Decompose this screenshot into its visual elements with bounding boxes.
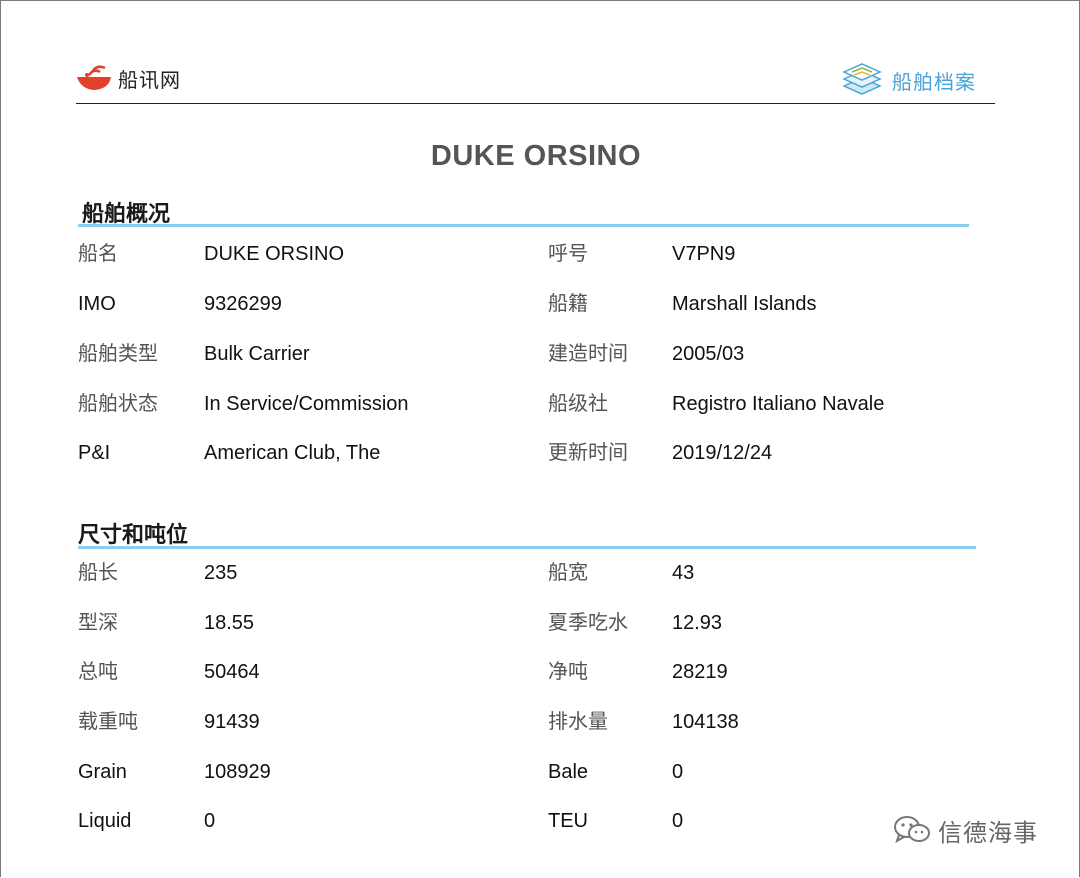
field-label: 更新时间 (548, 442, 628, 464)
field-label: 呼号 (548, 243, 588, 265)
table-row: P&I American Club, The 更新时间 2019/12/24 (78, 438, 978, 468)
field-value: Registro Italiano Navale (672, 393, 885, 415)
field-label: Grain (78, 761, 127, 783)
field-value: American Club, The (204, 442, 381, 464)
archive-logo[interactable]: 船舶档案 (840, 60, 976, 100)
field-value: 43 (672, 562, 695, 584)
table-row: 船舶状态 In Service/Commission 船级社 Registro … (78, 389, 978, 419)
table-row: 船名 DUKE ORSINO 呼号 V7PN9 (78, 239, 978, 269)
field-value: 9326299 (204, 293, 282, 315)
field-label: Bale (548, 761, 589, 783)
ship-name-title: DUKE ORSINO (430, 140, 642, 172)
field-value: 91439 (204, 711, 260, 733)
field-value: 50464 (204, 661, 260, 683)
field-label: TEU (548, 810, 588, 832)
field-label: 排水量 (548, 711, 608, 733)
field-value: 18.55 (204, 612, 255, 634)
table-row: Grain 108929 Bale 0 (78, 757, 978, 787)
field-value: DUKE ORSINO (204, 243, 345, 265)
field-label: 船长 (78, 562, 118, 584)
table-row: Liquid 0 TEU 0 (78, 806, 978, 836)
field-label: 船级社 (548, 393, 608, 415)
field-value: 12.93 (672, 612, 723, 634)
red-boat-signal-icon (77, 65, 111, 90)
field-value: In Service/Commission (204, 393, 409, 415)
wechat-icon (894, 816, 930, 844)
field-value: 0 (672, 810, 684, 832)
field-value: 104138 (672, 711, 739, 733)
table-row: 船舶类型 Bulk Carrier 建造时间 2005/03 (78, 339, 978, 369)
archive-label: 船舶档案 (892, 71, 976, 94)
field-label: 载重吨 (78, 711, 138, 733)
field-label: IMO (78, 293, 116, 315)
table-row: 船长 235 船宽 43 (78, 558, 978, 588)
field-value: 0 (204, 810, 216, 832)
field-label: 船宽 (548, 562, 588, 584)
field-value: V7PN9 (672, 243, 736, 265)
watermark-text: 信德海事 (938, 819, 1038, 847)
field-value: 235 (204, 562, 238, 584)
field-label: 型深 (78, 612, 118, 634)
table-row: 型深 18.55 夏季吃水 12.93 (78, 608, 978, 638)
header-divider (76, 103, 995, 104)
section-title-dimensions: 尺寸和吨位 (78, 522, 189, 547)
stacked-layers-icon (842, 63, 882, 95)
table-row: 载重吨 91439 排水量 104138 (78, 707, 978, 737)
field-label: 净吨 (548, 661, 588, 683)
field-label: 船名 (78, 243, 118, 265)
watermark: 信德海事 (892, 812, 1038, 848)
field-label: 总吨 (78, 661, 118, 683)
field-label: 船籍 (548, 293, 588, 315)
field-value: 0 (672, 761, 684, 783)
field-label: 船舶类型 (78, 343, 158, 365)
table-row: 总吨 50464 净吨 28219 (78, 657, 978, 687)
field-value: Bulk Carrier (204, 343, 310, 365)
field-value: 108929 (204, 761, 271, 783)
field-label: P&I (78, 442, 111, 464)
field-label: 建造时间 (548, 343, 628, 365)
table-row: IMO 9326299 船籍 Marshall Islands (78, 289, 978, 319)
field-value: 2019/12/24 (672, 442, 773, 464)
field-value: 28219 (672, 661, 728, 683)
field-value: Marshall Islands (672, 293, 817, 315)
brand-logo[interactable]: 船讯网 (76, 62, 181, 94)
field-value: 2005/03 (672, 343, 745, 365)
section-divider-overview (78, 224, 969, 227)
field-label: 夏季吃水 (548, 612, 628, 634)
brand-name: 船讯网 (118, 69, 181, 92)
section-divider-dimensions (78, 546, 976, 549)
field-label: 船舶状态 (78, 393, 158, 415)
field-label: Liquid (78, 810, 132, 832)
